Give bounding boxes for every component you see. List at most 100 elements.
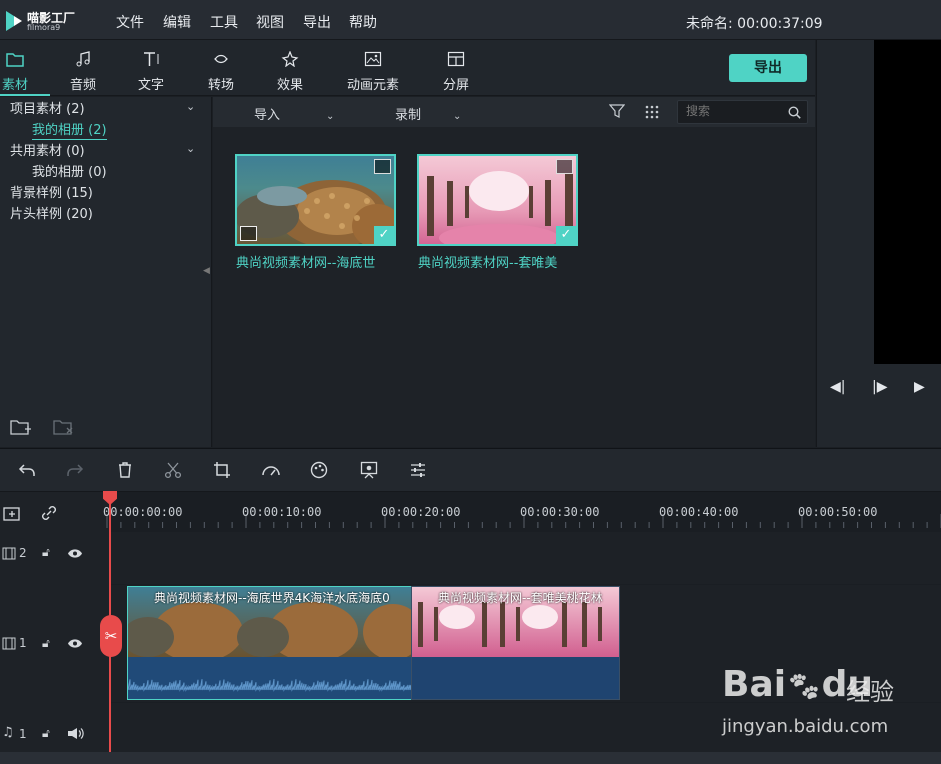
lock-icon[interactable]: 🔓︎ bbox=[42, 726, 50, 741]
library-item-label: 背景样例 (15) bbox=[10, 186, 93, 201]
green-screen-icon[interactable] bbox=[360, 461, 378, 479]
video-type-icon bbox=[240, 226, 257, 241]
track-number: 2 bbox=[19, 546, 27, 560]
chevron-down-icon[interactable]: ⌄ bbox=[186, 100, 195, 113]
checkmark-icon: ✓ bbox=[374, 226, 394, 244]
library-shared-media[interactable]: 共用素材 (0) ⌄ bbox=[10, 140, 210, 161]
eye-icon[interactable] bbox=[67, 548, 83, 559]
tab-transition[interactable]: 转场 bbox=[186, 40, 256, 96]
export-button[interactable]: 导出 bbox=[729, 54, 807, 82]
folder-icon bbox=[6, 53, 24, 67]
tab-split-screen-label: 分屏 bbox=[442, 78, 469, 93]
undo-icon[interactable] bbox=[18, 461, 36, 479]
menu-file[interactable]: 文件 bbox=[116, 12, 144, 32]
logo-icon bbox=[6, 11, 22, 31]
library-item-label: 片头样例 (20) bbox=[10, 207, 93, 222]
app-logo: 喵影工厂 filmora9 bbox=[6, 9, 106, 33]
next-frame-icon[interactable]: |▶ bbox=[872, 379, 887, 395]
color-icon[interactable] bbox=[310, 461, 328, 479]
category-tabs: 素材 音频 文字 转场 效果 动画元素 分屏 导出 bbox=[0, 40, 815, 96]
adjust-icon[interactable] bbox=[409, 461, 427, 479]
library-item-label: 共用素材 (0) bbox=[10, 144, 85, 159]
clip-title: 典尚视频素材网--套唯美桃花林 bbox=[438, 591, 603, 605]
library-item-label: 项目素材 (2) bbox=[10, 102, 85, 117]
app-subname: filmora9 bbox=[27, 23, 61, 32]
media-clip-thumbnail[interactable]: ✓ bbox=[417, 154, 578, 246]
import-label: 导入 bbox=[254, 108, 281, 123]
speed-icon[interactable] bbox=[261, 461, 281, 479]
delete-icon[interactable] bbox=[116, 461, 134, 479]
underwater-thumbnail bbox=[237, 156, 394, 244]
effects-icon bbox=[281, 51, 299, 67]
menu-help[interactable]: 帮助 bbox=[349, 12, 377, 32]
timeline-video-clip[interactable]: 典尚视频素材网--海底世界4K海洋水底海底0 bbox=[127, 586, 412, 700]
library-project-media[interactable]: 项目素材 (2) ⌄ bbox=[10, 98, 210, 119]
filter-icon[interactable] bbox=[609, 103, 625, 119]
tab-media-label: 素材 bbox=[1, 78, 28, 93]
speaker-icon[interactable] bbox=[67, 727, 84, 740]
media-clip-thumbnail[interactable]: ✓ bbox=[235, 154, 396, 246]
clip-title: 典尚视频素材网--海底世界4K海洋水底海底0 bbox=[154, 591, 390, 605]
library-my-album-project[interactable]: 我的相册 (2) bbox=[32, 119, 232, 140]
library-item-label: 我的相册 (2) bbox=[32, 123, 107, 140]
search-icon[interactable] bbox=[788, 106, 801, 119]
tab-elements[interactable]: 动画元素 bbox=[334, 40, 412, 96]
timeline-video-clip[interactable]: 典尚视频素材网--套唯美桃花林 bbox=[411, 586, 620, 700]
horizontal-scrollbar[interactable] bbox=[0, 752, 941, 764]
tab-audio[interactable]: 音频 bbox=[48, 40, 118, 96]
media-clip-name: 典尚视频素材网--海底世 bbox=[236, 256, 376, 271]
lock-icon[interactable]: 🔓︎ bbox=[42, 636, 50, 651]
film-strip-icon bbox=[556, 159, 573, 174]
eye-icon[interactable] bbox=[67, 638, 83, 649]
search-input[interactable] bbox=[686, 104, 786, 118]
watermark-url: jingyan.baidu.com bbox=[722, 716, 889, 737]
timeline-toolbar bbox=[0, 448, 941, 492]
lock-icon[interactable]: 🔓︎ bbox=[42, 545, 50, 560]
grid-view-icon[interactable] bbox=[644, 104, 660, 120]
ruler-label: 00:00:10:00 bbox=[242, 505, 322, 519]
clip-audio-waveform bbox=[128, 657, 411, 699]
library-background-samples[interactable]: 背景样例 (15) bbox=[10, 182, 210, 203]
delete-folder-icon[interactable] bbox=[53, 418, 75, 436]
tab-transition-label: 转场 bbox=[207, 78, 234, 93]
track-row-video-2[interactable] bbox=[110, 532, 941, 584]
crop-icon[interactable] bbox=[213, 461, 231, 479]
menu-edit[interactable]: 编辑 bbox=[163, 12, 191, 32]
chevron-down-icon: ⌄ bbox=[453, 111, 462, 122]
new-folder-icon[interactable] bbox=[10, 418, 32, 436]
play-icon[interactable]: ▶ bbox=[914, 379, 925, 395]
ruler-label: 00:00:40:00 bbox=[659, 505, 739, 519]
split-scissors-button[interactable]: ✂ bbox=[100, 615, 122, 657]
clip-audio-empty bbox=[412, 657, 619, 699]
video-track-icon bbox=[2, 547, 16, 560]
library-title-samples[interactable]: 片头样例 (20) bbox=[10, 203, 210, 224]
collapse-panel-icon[interactable]: ◀ bbox=[203, 266, 210, 276]
ruler-label: 00:00:50:00 bbox=[798, 505, 878, 519]
tab-audio-label: 音频 bbox=[69, 78, 96, 93]
tab-text-label: 文字 bbox=[137, 78, 164, 93]
tab-effects[interactable]: 效果 bbox=[255, 40, 325, 96]
link-icon[interactable] bbox=[39, 504, 59, 522]
ruler-label: 00:00:30:00 bbox=[520, 505, 600, 519]
track-number: 1 bbox=[19, 727, 27, 741]
menu-export[interactable]: 导出 bbox=[303, 12, 331, 32]
redo-icon[interactable] bbox=[66, 461, 84, 479]
tab-text[interactable]: 文字 bbox=[116, 40, 186, 96]
transition-icon bbox=[214, 54, 228, 64]
import-dropdown[interactable]: 导入 ⌄ bbox=[254, 104, 334, 123]
library-my-album-shared[interactable]: 我的相册 (0) bbox=[32, 161, 232, 182]
elements-icon bbox=[364, 51, 382, 67]
cut-icon[interactable] bbox=[164, 461, 182, 479]
chevron-down-icon[interactable]: ⌄ bbox=[186, 142, 195, 155]
previous-frame-icon[interactable]: ◀| bbox=[830, 379, 845, 395]
record-dropdown[interactable]: 录制 ⌄ bbox=[395, 104, 461, 123]
preview-screen bbox=[874, 40, 941, 364]
tab-media[interactable]: 素材 bbox=[0, 40, 50, 96]
film-strip-icon bbox=[374, 159, 391, 174]
add-track-icon[interactable] bbox=[0, 504, 22, 524]
menu-view[interactable]: 视图 bbox=[256, 12, 284, 32]
tab-split-screen[interactable]: 分屏 bbox=[421, 40, 491, 96]
menu-tools[interactable]: 工具 bbox=[210, 12, 238, 32]
blossom-thumbnail bbox=[419, 156, 576, 244]
project-title: 未命名: 00:00:37:09 bbox=[686, 16, 823, 32]
